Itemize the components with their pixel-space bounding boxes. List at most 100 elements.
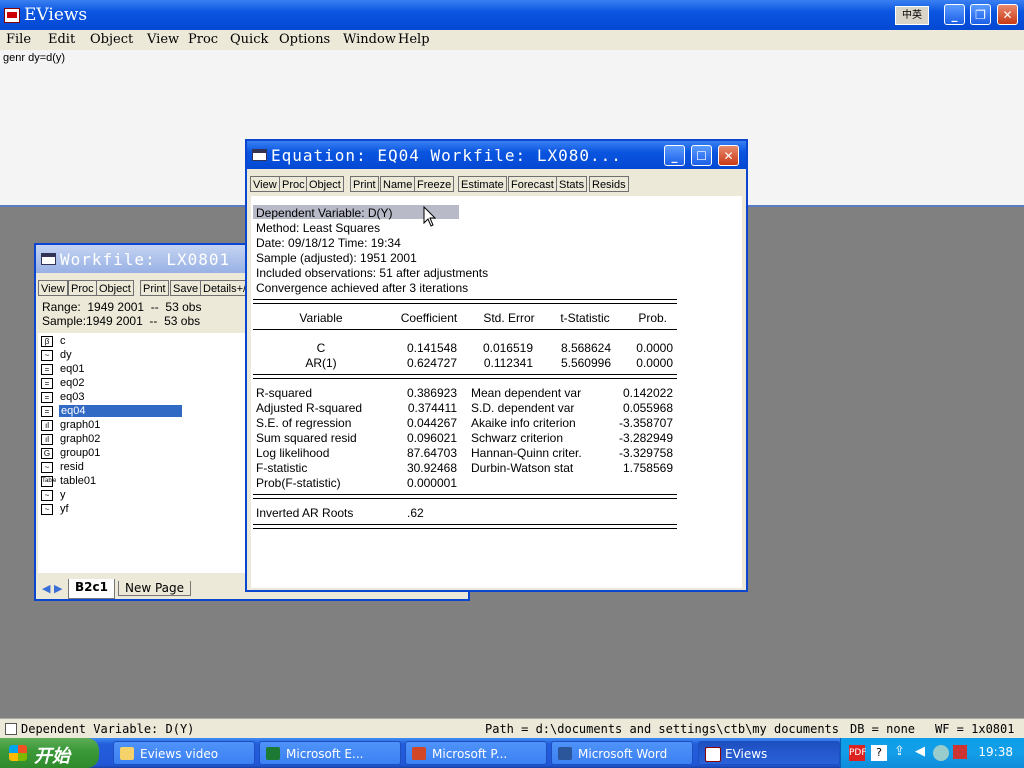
header-line[interactable]: Sample (adjusted): 1951 2001 [256, 251, 417, 265]
table-cell[interactable]: 0.624727 [377, 356, 457, 370]
list-item[interactable]: ıl graph02 [41, 433, 181, 447]
menu-proc[interactable]: Proc [188, 32, 218, 47]
header-line[interactable]: Included observations: 51 after adjustme… [256, 266, 488, 280]
header-line[interactable]: Dependent Variable: D(Y) [256, 206, 393, 220]
stat-value[interactable]: -3.329758 [595, 446, 673, 460]
table-cell[interactable]: 0.141548 [377, 341, 457, 355]
table-cell[interactable]: 0.0000 [595, 356, 673, 370]
taskbar-item-eviews[interactable]: EViews [698, 741, 840, 765]
app-minimize-button[interactable]: _ [944, 4, 965, 25]
equation-titlebar[interactable]: Equation: EQ04 Workfile: LX080... _ ☐ ✕ [247, 141, 746, 169]
app-close-button[interactable]: ✕ [997, 4, 1018, 25]
chevron-left-icon[interactable]: ◀ [915, 744, 925, 759]
column-header[interactable]: Prob. [597, 311, 667, 325]
app-restore-button[interactable]: ❐ [970, 4, 991, 25]
taskbar-item-excel[interactable]: Microsoft E... [259, 741, 401, 765]
taskbar-item-powerpoint[interactable]: Microsoft P... [405, 741, 547, 765]
command-text[interactable]: genr dy=d(y) [3, 52, 65, 64]
header-line[interactable]: Date: 09/18/12 Time: 19:34 [256, 236, 401, 250]
stat-label[interactable]: S.D. dependent var [471, 401, 574, 415]
stat-value[interactable]: 0.055968 [595, 401, 673, 415]
list-item[interactable]: = eq03 [41, 391, 181, 405]
ime-indicator[interactable]: 中英 [895, 6, 929, 25]
roots-value[interactable]: .62 [407, 506, 424, 520]
stat-value[interactable]: 87.64703 [377, 446, 457, 460]
stat-value[interactable]: 0.386923 [377, 386, 457, 400]
wf-save-button[interactable]: Save [170, 280, 202, 296]
stat-value[interactable]: 0.374411 [377, 401, 457, 415]
table-cell[interactable]: AR(1) [281, 356, 361, 370]
tab-b2c1[interactable]: B2c1 [68, 579, 115, 599]
table-cell[interactable]: C [281, 341, 361, 355]
column-header[interactable]: Coefficient [389, 311, 469, 325]
stat-label[interactable]: Durbin-Watson stat [471, 461, 573, 475]
menu-file[interactable]: File [6, 32, 31, 47]
menu-object[interactable]: Object [90, 32, 133, 47]
menu-window[interactable]: Window [343, 32, 396, 47]
eq-object-button[interactable]: Object [306, 176, 344, 192]
network-tray-icon[interactable]: ⇪ [894, 744, 905, 759]
menu-edit[interactable]: Edit [48, 32, 75, 47]
column-header[interactable]: Std. Error [469, 311, 549, 325]
table-cell[interactable]: 0.016519 [453, 341, 533, 355]
table-cell[interactable]: 0.112341 [453, 356, 533, 370]
stat-label[interactable]: Adjusted R-squared [256, 401, 362, 415]
eq-stats-button[interactable]: Stats [556, 176, 588, 192]
roots-label[interactable]: Inverted AR Roots [256, 506, 353, 520]
stat-value[interactable]: -3.358707 [595, 416, 673, 430]
tab-new-page[interactable]: New Page [118, 581, 192, 596]
window-icon[interactable] [252, 149, 267, 161]
eq-forecast-button[interactable]: Forecast [508, 176, 557, 192]
stat-value[interactable]: -3.282949 [595, 431, 673, 445]
eviews-app-icon[interactable] [4, 8, 20, 23]
stat-value[interactable]: 0.096021 [377, 431, 457, 445]
tab-scroll-left-icon[interactable]: ◀ [42, 582, 50, 595]
stat-label[interactable]: Hannan-Quinn criter. [471, 446, 582, 460]
menu-view[interactable]: View [147, 32, 179, 47]
stat-label[interactable]: F-statistic [256, 461, 307, 475]
stat-label[interactable]: Sum squared resid [256, 431, 357, 445]
stat-label[interactable]: R-squared [256, 386, 312, 400]
eq-name-button[interactable]: Name [380, 176, 416, 192]
eq-maximize-button[interactable]: ☐ [691, 145, 712, 166]
stat-label[interactable]: Mean dependent var [471, 386, 581, 400]
pdf-tray-icon[interactable]: PDF [849, 745, 867, 761]
list-item[interactable]: = eq02 [41, 377, 181, 391]
list-item[interactable]: ~ resid [41, 461, 181, 475]
stat-label[interactable]: Akaike info criterion [471, 416, 576, 430]
eq-close-button[interactable]: ✕ [718, 145, 739, 166]
stat-label[interactable]: S.E. of regression [256, 416, 351, 430]
eq-proc-button[interactable]: Proc [279, 176, 308, 192]
list-item[interactable]: Ggroup01 [41, 447, 181, 461]
eq-minimize-button[interactable]: _ [664, 145, 685, 166]
stat-value[interactable]: 1.758569 [595, 461, 673, 475]
status-checkbox[interactable] [5, 723, 17, 735]
column-header[interactable]: Variable [281, 311, 361, 325]
stat-label[interactable]: Prob(F-statistic) [256, 476, 341, 490]
eq-estimate-button[interactable]: Estimate [458, 176, 507, 192]
header-line[interactable]: Convergence achieved after 3 iterations [256, 281, 468, 295]
eq-print-button[interactable]: Print [350, 176, 379, 192]
globe-tray-icon[interactable] [933, 745, 949, 761]
wf-proc-button[interactable]: Proc [68, 280, 97, 296]
stat-label[interactable]: Schwarz criterion [471, 431, 563, 445]
menu-help[interactable]: Help [398, 32, 430, 47]
eq-freeze-button[interactable]: Freeze [414, 176, 455, 192]
taskbar-item-eviews-video[interactable]: Eviews video [113, 741, 255, 765]
list-item-selected[interactable]: = eq04 [41, 405, 182, 419]
eq-view-button[interactable]: View [250, 176, 280, 192]
window-icon[interactable] [41, 253, 56, 265]
stat-value[interactable]: 0.044267 [377, 416, 457, 430]
wf-object-button[interactable]: Object [96, 280, 134, 296]
wf-print-button[interactable]: Print [140, 280, 169, 296]
stat-value[interactable]: 0.000001 [377, 476, 457, 490]
wf-details-button[interactable]: Details+/ [200, 280, 250, 296]
help-tray-icon[interactable]: ? [871, 745, 887, 761]
start-button[interactable]: 开始 [0, 738, 99, 768]
security-tray-icon[interactable] [953, 745, 967, 759]
list-item[interactable]: ~ yf [41, 503, 181, 517]
wf-view-button[interactable]: View [38, 280, 68, 296]
list-item[interactable]: Table table01 [41, 475, 181, 489]
equation-output[interactable]: Dependent Variable: D(Y) Method: Least S… [251, 196, 742, 588]
taskbar-item-word[interactable]: Microsoft Word [551, 741, 693, 765]
